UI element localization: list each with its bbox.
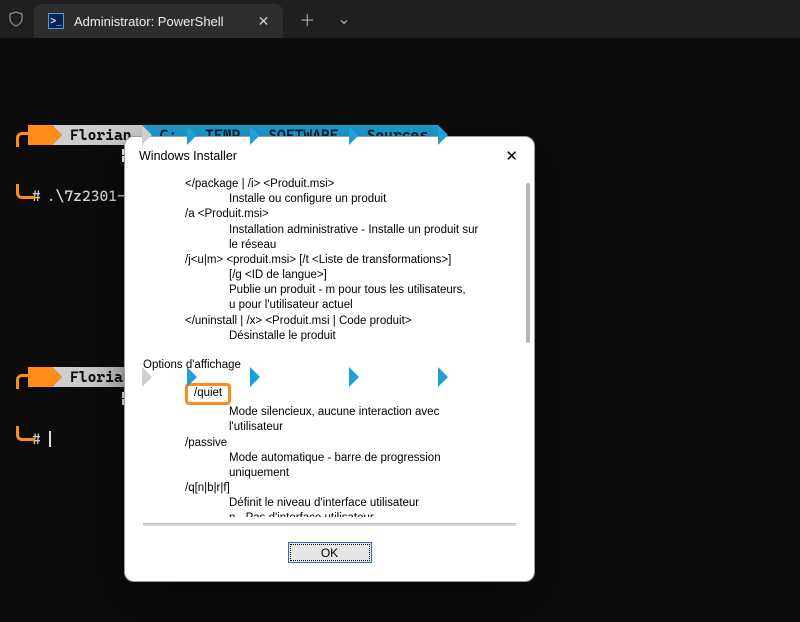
tab-title: Administrator: PowerShell: [74, 14, 224, 29]
help-line: [/g <ID de langue>]: [143, 268, 516, 283]
help-line: Mode silencieux, aucune interaction avec: [143, 405, 516, 420]
terminal-tab[interactable]: >_ Administrator: PowerShell ✕: [34, 4, 283, 38]
help-line: /q[n|b|r|f]: [143, 481, 516, 496]
dialog-footer: OK: [125, 526, 534, 581]
windows-icon: [34, 370, 48, 384]
prompt-bracket-bottom: [2, 428, 28, 450]
help-line: u pour l'utilisateur actuel: [143, 298, 516, 313]
uac-shield-icon: [8, 11, 24, 27]
close-tab-icon[interactable]: ✕: [258, 13, 270, 30]
ok-button[interactable]: OK: [288, 542, 372, 563]
scrollbar[interactable]: [526, 183, 530, 343]
help-section-heading: Options d'affichage: [143, 358, 516, 373]
help-line: n - Pas d'interface utilisateur: [143, 511, 516, 517]
windows-installer-dialog: Windows Installer ✕ </package | /i> <Pro…: [124, 136, 535, 582]
segment-os-icon: [28, 367, 52, 387]
prompt-bracket-top: [2, 367, 28, 387]
help-line: uniquement: [143, 466, 516, 481]
text-cursor: [49, 431, 51, 447]
help-line: le réseau: [143, 238, 516, 253]
help-line: /j<u|m> <produit.msi> [/t <Liste de tran…: [143, 253, 516, 268]
help-line: Installation administrative - Installe u…: [143, 223, 516, 238]
dialog-help-text: </package | /i> <Produit.msi> Installe o…: [143, 177, 516, 517]
help-line-quiet: /quiet: [143, 383, 516, 405]
segment-os-icon: [28, 125, 52, 145]
window-titlebar: >_ Administrator: PowerShell ✕ ＋ ⌄: [0, 0, 800, 38]
help-line: /passive: [143, 436, 516, 451]
new-tab-button[interactable]: ＋: [293, 7, 321, 31]
powershell-icon: >_: [48, 13, 64, 29]
help-line: Définit le niveau d'interface utilisateu…: [143, 496, 516, 511]
help-line: Installe ou configure un produit: [143, 192, 516, 207]
prompt-bracket-top: [2, 125, 28, 145]
help-line: Publie un produit - m pour tous les util…: [143, 283, 516, 298]
help-line: l'utilisateur: [143, 420, 516, 435]
help-line: /a <Produit.msi>: [143, 207, 516, 222]
prompt-bracket-bottom: [2, 186, 28, 208]
help-line: Mode automatique - barre de progression: [143, 451, 516, 466]
dialog-close-button[interactable]: ✕: [499, 145, 524, 167]
help-line: Désinstalle le produit: [143, 329, 516, 344]
dialog-body: </package | /i> <Produit.msi> Installe o…: [125, 173, 534, 517]
help-line: </package | /i> <Produit.msi>: [143, 177, 516, 192]
windows-icon: [34, 128, 48, 142]
help-line: </uninstall | /x> <Produit.msi | Code pr…: [143, 314, 516, 329]
tab-dropdown-icon[interactable]: ⌄: [331, 9, 356, 29]
dialog-title: Windows Installer: [139, 149, 237, 163]
